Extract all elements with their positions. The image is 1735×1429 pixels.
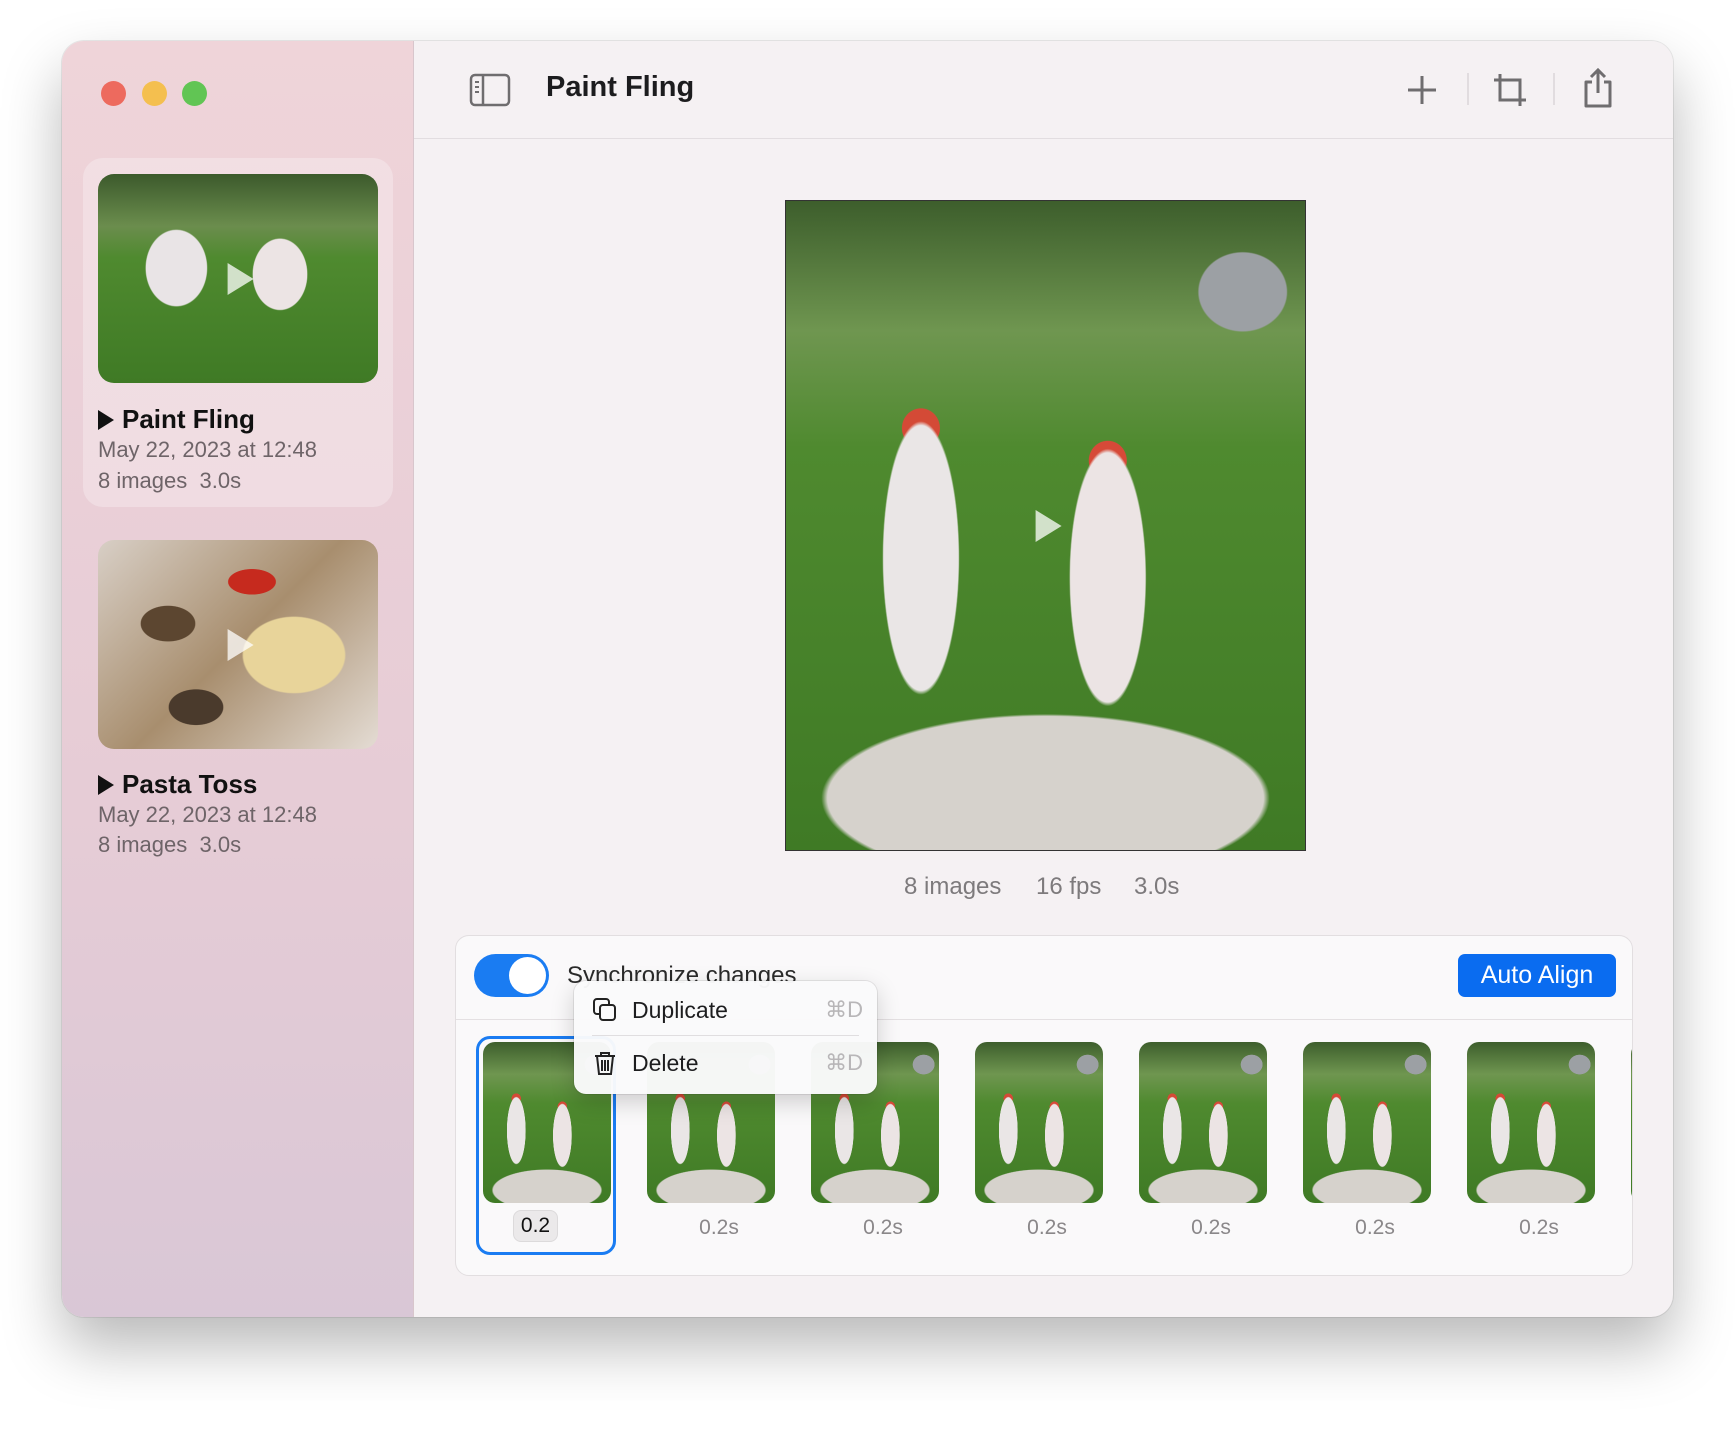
plus-icon[interactable] [1403,71,1441,109]
crop-icon[interactable] [1491,71,1529,109]
zoom-button[interactable] [182,81,207,106]
toolbar: Paint Fling [414,41,1673,139]
frame-thumbnail[interactable] [1139,1042,1267,1203]
menu-item-delete[interactable]: Delete ⌘D [592,1041,863,1085]
frame-duration-label[interactable]: 0.2s [983,1216,1111,1240]
item-title: Pasta Toss [98,769,257,800]
preview-image-count: 8 images [904,873,1002,900]
duplicate-icon [593,998,616,1021]
thumbnail-image [98,540,378,749]
frame-thumbnail[interactable] [1303,1042,1431,1203]
sidebar-toggle-icon[interactable] [469,71,511,109]
window-title: Paint Fling [546,71,695,103]
play-triangle-icon [98,774,114,795]
preview-image[interactable] [785,200,1306,851]
thumbnail-image [98,174,378,383]
frame-duration-label[interactable]: 0.2s [655,1216,783,1240]
sidebar: Paint Fling May 22, 2023 at 12:48 8 imag… [62,41,414,1317]
preview-duration: 3.0s [1134,873,1180,900]
menu-item-duplicate[interactable]: Duplicate ⌘D [592,988,863,1032]
item-images: 8 images [98,832,188,857]
menu-item-label: Duplicate [632,996,728,1023]
app-window: Paint Fling May 22, 2023 at 12:48 8 imag… [62,41,1673,1317]
close-button[interactable] [101,81,126,106]
play-icon [227,262,254,295]
auto-align-button[interactable]: Auto Align [1458,954,1616,997]
item-date: May 22, 2023 at 12:48 [98,437,317,462]
item-date: May 22, 2023 at 12:48 [98,802,317,827]
menu-shortcut: ⌘D [825,997,863,1022]
frame-duration-label[interactable]: 0.2s [1475,1216,1603,1240]
menu-shortcut: ⌘D [825,1050,863,1075]
item-title: Paint Fling [98,404,255,435]
toggle-knob [509,957,546,994]
item-meta: 8 images 3.0s [98,468,241,494]
context-menu: Duplicate ⌘D Delete ⌘D [574,981,877,1094]
item-images: 8 images [98,468,188,493]
frame-duration-label[interactable]: 0.2s [1311,1216,1439,1240]
item-meta: 8 images 3.0s [98,832,241,858]
preview-fps: 16 fps [1036,873,1102,900]
frame-duration-input[interactable]: 0.2 [513,1210,558,1242]
item-duration: 3.0s [199,832,242,857]
toolbar-separator [1553,73,1555,105]
frame-thumbnail[interactable] [975,1042,1103,1203]
menu-item-label: Delete [632,1049,699,1076]
item-duration: 3.0s [199,468,242,493]
item-title-text: Paint Fling [122,404,255,434]
frame-duration-label[interactable]: 0.2s [1147,1216,1275,1240]
trash-icon [595,1052,615,1075]
frame-thumbnail[interactable] [1631,1042,1632,1203]
minimize-button[interactable] [142,81,167,106]
play-icon[interactable] [1035,509,1062,542]
toolbar-separator [1467,73,1469,105]
play-triangle-icon [98,409,114,430]
share-icon[interactable] [1579,67,1617,109]
menu-separator [592,1035,859,1036]
frame-duration-label[interactable]: 0.2s [819,1216,947,1240]
item-title-text: Pasta Toss [122,769,258,799]
frame-thumbnail[interactable] [1467,1042,1595,1203]
sidebar-item-paint-fling[interactable]: Paint Fling May 22, 2023 at 12:48 8 imag… [83,158,393,507]
play-icon [227,628,254,661]
synchronize-toggle[interactable] [474,954,549,997]
sidebar-item-pasta-toss[interactable]: Pasta Toss May 22, 2023 at 12:48 8 image… [83,524,393,873]
